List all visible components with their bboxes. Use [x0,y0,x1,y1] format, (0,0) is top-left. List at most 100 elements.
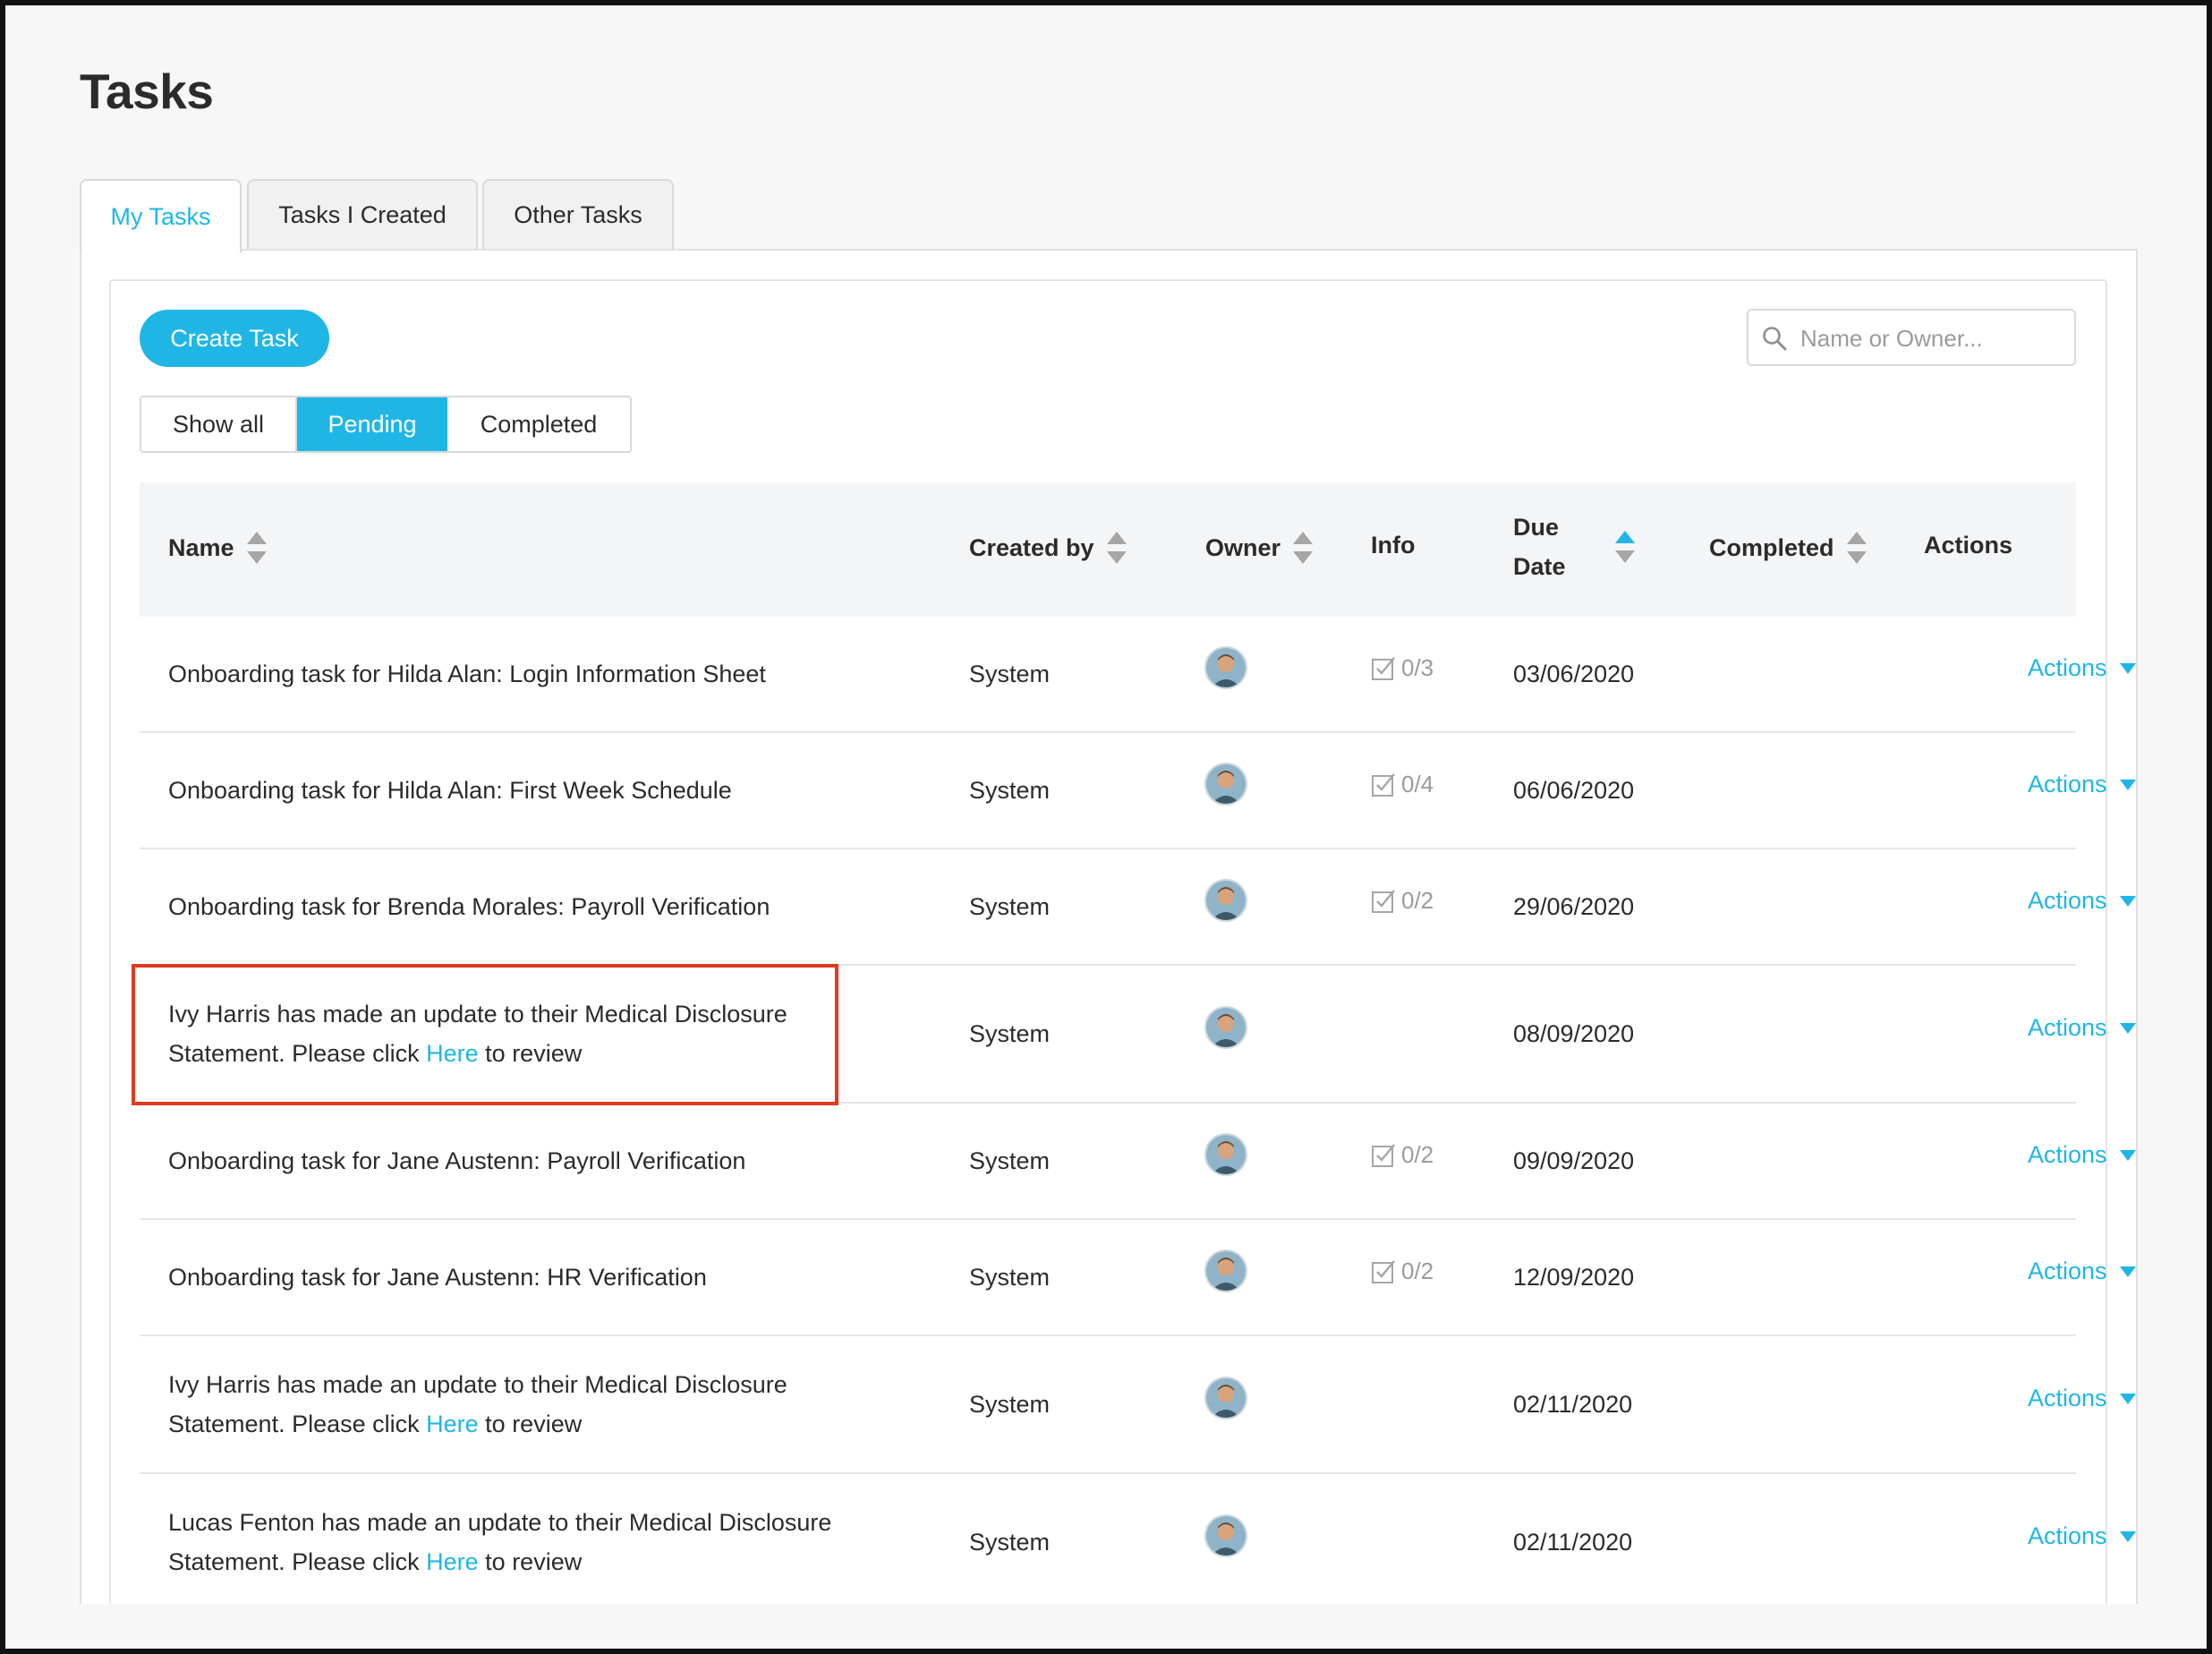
owner-avatar[interactable] [1204,1006,1247,1049]
column-actions-header: Actions [1924,532,2012,559]
create-task-button[interactable]: Create Task [140,310,329,367]
column-name-header[interactable]: Name [168,532,267,564]
owner-avatar[interactable] [1204,1514,1247,1557]
caret-down-icon [2119,1393,2136,1404]
sort-icon[interactable] [246,532,267,564]
checkbox-icon [1372,1143,1395,1167]
owner-avatar[interactable] [1204,879,1247,922]
sort-icon[interactable] [1846,532,1867,564]
column-name-label: Name [168,533,234,561]
column-owner-header[interactable]: Owner [1205,532,1314,564]
table-row[interactable]: Onboarding task for Jane Austenn: HR Ver… [140,1220,2136,1336]
due-date: 29/06/2020 [1513,893,1635,920]
due-date: 12/09/2020 [1513,1264,1635,1291]
actions-label: Actions [2028,887,2107,914]
column-actions-label: Actions [1924,532,2013,558]
column-owner-label: Owner [1205,533,1281,561]
task-name-line: Statement. Please click Here to review [168,1411,583,1437]
tab-tasks-i-created[interactable]: Tasks I Created [247,179,478,249]
column-created-by-header[interactable]: Created by [969,532,1127,564]
column-info-label: Info [1371,532,1416,558]
filter-completed[interactable]: Completed [447,397,630,451]
review-link[interactable]: Here [426,1411,479,1437]
actions-dropdown[interactable]: Actions [2028,1258,2136,1285]
tab-my-tasks[interactable]: My Tasks [80,179,242,252]
checkbox-icon [1372,1259,1395,1283]
column-due-date-label: Due Date [1513,514,1566,580]
caret-down-icon [2119,1530,2136,1542]
actions-label: Actions [2028,1014,2107,1041]
created-by: System [969,1264,1051,1291]
actions-dropdown[interactable]: Actions [2028,1385,2136,1412]
checklist-progress: 0/3 [1371,654,1434,682]
checklist-progress: 0/4 [1371,771,1434,798]
table-header: Name Created by Owner Info Due Date Comp… [140,482,2076,617]
caret-down-icon [2119,1266,2136,1277]
checkbox-icon [1372,656,1395,680]
owner-avatar[interactable] [1204,1249,1247,1292]
search-box [1747,309,2076,366]
checklist-count: 0/2 [1401,1258,1434,1284]
sort-icon[interactable] [1106,532,1127,564]
column-completed-header[interactable]: Completed [1709,532,1867,564]
caret-down-icon [2119,662,2136,674]
actions-label: Actions [2028,1385,2107,1411]
checklist-progress: 0/2 [1371,887,1434,915]
due-date: 06/06/2020 [1513,777,1635,804]
task-name[interactable]: Onboarding task for Jane Austenn: Payrol… [168,1141,884,1181]
review-link[interactable]: Here [426,1548,479,1575]
due-date: 02/11/2020 [1513,1529,1633,1556]
actions-dropdown[interactable]: Actions [2028,1522,2136,1550]
filter-show-all[interactable]: Show all [141,397,297,451]
created-by: System [969,777,1051,804]
search-input[interactable] [1799,320,2071,357]
task-name[interactable]: Ivy Harris has made an update to their M… [168,1365,884,1444]
column-created-by-label: Created by [969,533,1094,561]
actions-label: Actions [2028,771,2107,797]
page-title: Tasks [80,64,214,119]
table-row[interactable]: Ivy Harris has made an update to their M… [140,1336,2136,1474]
filter-pending[interactable]: Pending [297,397,447,451]
actions-dropdown[interactable]: Actions [2028,1141,2136,1169]
app-window: Tasks My Tasks Tasks I Created Other Tas… [0,0,2212,1654]
created-by: System [969,1529,1051,1556]
sort-icon[interactable] [1293,532,1314,564]
due-date: 03/06/2020 [1513,661,1635,687]
checkbox-icon [1372,889,1395,913]
table-row[interactable]: Onboarding task for Hilda Alan: Login In… [140,617,2136,733]
created-by: System [969,1147,1051,1174]
actions-label: Actions [2028,1258,2107,1284]
actions-dropdown[interactable]: Actions [2028,771,2136,798]
task-name[interactable]: Onboarding task for Brenda Morales: Payr… [168,887,884,926]
owner-avatar[interactable] [1204,1133,1247,1176]
owner-avatar[interactable] [1204,1377,1247,1420]
owner-avatar[interactable] [1204,763,1247,806]
checklist-count: 0/4 [1401,771,1434,797]
search-icon [1763,327,1787,351]
owner-avatar[interactable] [1204,646,1247,689]
column-completed-label: Completed [1709,533,1834,561]
table-row[interactable]: Onboarding task for Brenda Morales: Payr… [140,849,2136,966]
task-name[interactable]: Onboarding task for Hilda Alan: First We… [168,771,884,810]
actions-dropdown[interactable]: Actions [2028,887,2136,915]
task-name[interactable]: Onboarding task for Hilda Alan: Login In… [168,654,884,694]
task-name[interactable]: Lucas Fenton has made an update to their… [168,1503,884,1582]
sort-asc-icon[interactable] [1615,531,1635,563]
table-row[interactable]: Onboarding task for Jane Austenn: Payrol… [140,1104,2136,1220]
checklist-progress: 0/2 [1371,1141,1434,1169]
caret-down-icon [2119,1149,2136,1161]
created-by: System [969,661,1051,687]
checklist-count: 0/2 [1401,887,1434,914]
table-row[interactable]: Onboarding task for Hilda Alan: First We… [140,733,2136,849]
tab-other-tasks[interactable]: Other Tasks [482,179,674,249]
column-due-date-header[interactable]: Due Date [1513,507,1665,586]
column-info-header: Info [1371,532,1415,559]
checkbox-icon [1372,772,1395,797]
checklist-count: 0/2 [1401,1141,1434,1168]
actions-dropdown[interactable]: Actions [2028,1014,2136,1042]
created-by: System [969,893,1051,920]
task-name[interactable]: Onboarding task for Jane Austenn: HR Ver… [168,1258,884,1297]
checklist-progress: 0/2 [1371,1258,1434,1285]
actions-dropdown[interactable]: Actions [2028,654,2136,682]
table-row[interactable]: Lucas Fenton has made an update to their… [140,1474,2136,1612]
